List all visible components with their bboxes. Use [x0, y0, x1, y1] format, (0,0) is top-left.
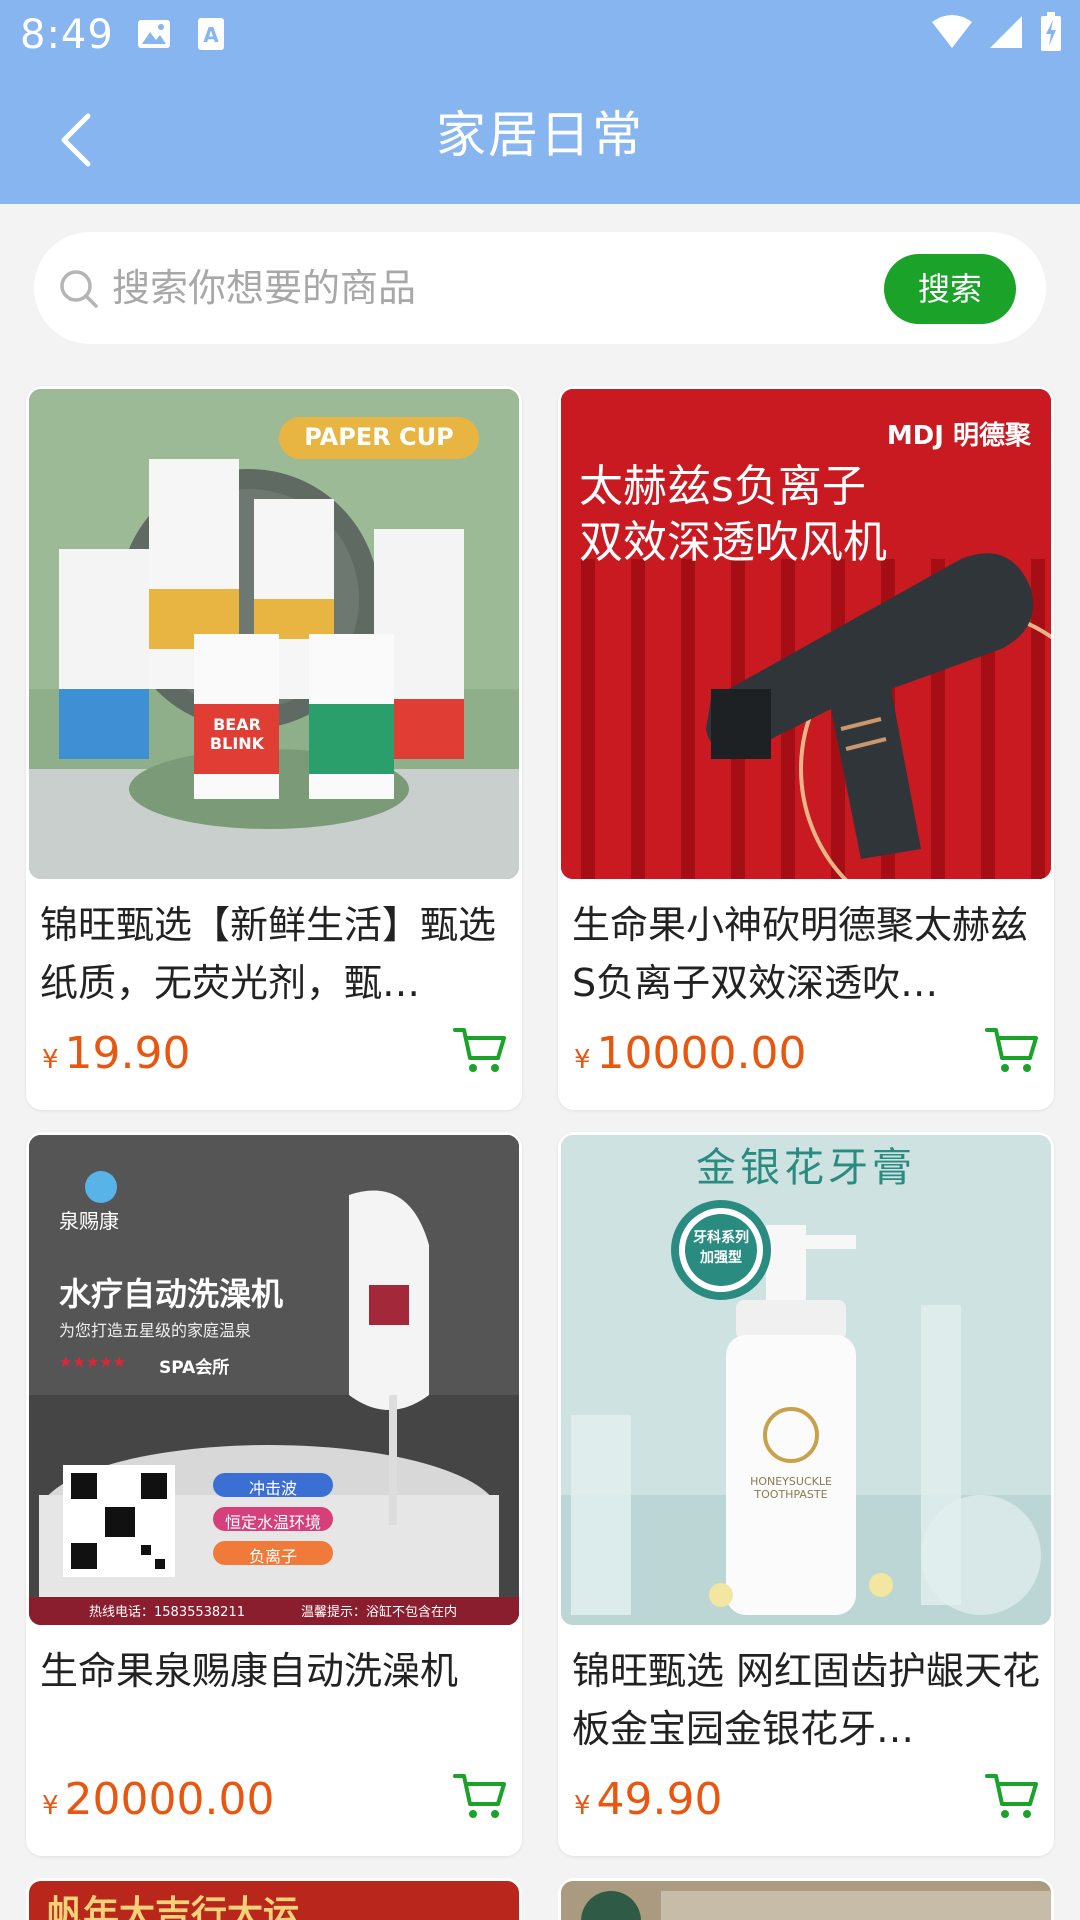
page-title: 家居日常 [436, 106, 644, 164]
product-price: ¥19.90 [42, 1024, 191, 1090]
currency-symbol: ¥ [42, 1045, 59, 1075]
search-bar: 搜索 [34, 232, 1046, 344]
currency-symbol: ¥ [574, 1791, 591, 1821]
product-card[interactable]: 金银花牙膏 牙科系列 加强型 HONEYSUCKLE TOOTHPASTE 锦旺… [558, 1132, 1054, 1856]
product-card-partial[interactable]: 帆年大吉行大运 [26, 1878, 522, 1920]
feature-tag: 冲击波 [248, 1479, 297, 1498]
tip-text: 温馨提示：浴缸不包含在内 [301, 1605, 458, 1620]
product-grid: PAPER CUP BEAR BLINK 锦旺甄选【新鲜生活】甄选纸质，无荧光剂… [26, 386, 1054, 1920]
paper-cup-badge: PAPER CUP [304, 423, 454, 451]
promo-line-1: 太赫兹s负离子 [579, 461, 866, 512]
product-card-partial[interactable] [558, 1878, 1054, 1920]
product-title[interactable]: 锦旺甄选 网红固齿护龈天花板金宝园金银花牙… [572, 1642, 1042, 1758]
currency-symbol: ¥ [574, 1045, 591, 1075]
feature-tag: 恒定水温环境 [224, 1513, 321, 1532]
spa-label: SPA会所 [159, 1358, 230, 1378]
seal-line-1: 牙科系列 [693, 1230, 749, 1246]
brand-logo: MDJ 明德聚 [886, 421, 1031, 451]
cart-icon[interactable] [984, 1768, 1040, 1824]
font-icon: A [198, 18, 224, 50]
product-image-partial[interactable]: 帆年大吉行大运 [29, 1881, 519, 1920]
product-image-hair-dryer[interactable]: MDJ 明德聚 太赫兹s负离子 双效深透吹风机 [561, 389, 1051, 879]
feature-tag: 负离子 [248, 1547, 297, 1566]
five-star-icon: ★★★★★ [59, 1353, 127, 1371]
search-icon [60, 270, 98, 308]
product-card[interactable]: 泉赐康 水疗自动洗澡机 为您打造五星级的家庭温泉 SPA会所 ★★★★★ 冲击波… [26, 1132, 522, 1856]
product-image-partial[interactable] [561, 1881, 1051, 1920]
status-time: 8:49 [20, 12, 114, 58]
brand-logo: 泉赐康 [59, 1209, 119, 1233]
product-title[interactable]: 生命果泉赐康自动洗澡机 [40, 1642, 510, 1700]
price-value: 19.90 [64, 1028, 191, 1079]
cart-icon[interactable] [984, 1022, 1040, 1078]
title-bar: 家居日常 [0, 70, 1080, 204]
cart-icon[interactable] [452, 1768, 508, 1824]
promo-headline: 水疗自动洗澡机 [59, 1275, 284, 1313]
search-input[interactable] [112, 258, 812, 318]
promo-partial-text: 帆年大吉行大运 [47, 1894, 300, 1920]
promo-line-2: 双效深透吹风机 [579, 517, 887, 568]
promo-headline: 金银花牙膏 [696, 1145, 916, 1191]
cart-icon[interactable] [452, 1022, 508, 1078]
svg-text:A: A [203, 23, 219, 47]
product-card[interactable]: PAPER CUP BEAR BLINK 锦旺甄选【新鲜生活】甄选纸质，无荧光剂… [26, 386, 522, 1110]
gallery-icon [138, 20, 170, 48]
product-card[interactable]: MDJ 明德聚 太赫兹s负离子 双效深透吹风机 生命果小神砍明德聚太赫兹S负离子… [558, 386, 1054, 1110]
currency-symbol: ¥ [42, 1791, 59, 1821]
bottle-label: HONEYSUCKLE TOOTHPASTE [750, 1475, 832, 1501]
price-value: 49.90 [596, 1774, 723, 1825]
search-button[interactable]: 搜索 [884, 254, 1016, 324]
product-image-toothpaste[interactable]: 金银花牙膏 牙科系列 加强型 HONEYSUCKLE TOOTHPASTE [561, 1135, 1051, 1625]
product-price: ¥20000.00 [42, 1770, 275, 1836]
battery-icon [1041, 12, 1061, 51]
price-value: 20000.00 [64, 1774, 275, 1825]
promo-subtitle: 为您打造五星级的家庭温泉 [59, 1321, 252, 1340]
hotline-text: 热线电话：15835538211 [89, 1605, 245, 1620]
wifi-icon [932, 15, 972, 48]
cup-brand-text: BEAR BLINK [209, 715, 265, 753]
seal-line-2: 加强型 [700, 1250, 742, 1266]
status-bar: 8:49 A [0, 0, 1080, 70]
product-title[interactable]: 锦旺甄选【新鲜生活】甄选纸质，无荧光剂，甄… [40, 896, 510, 1012]
signal-icon [990, 16, 1022, 48]
product-price: ¥49.90 [574, 1770, 723, 1836]
product-title[interactable]: 生命果小神砍明德聚太赫兹S负离子双效深透吹… [572, 896, 1042, 1012]
product-image-paper-cups[interactable]: PAPER CUP BEAR BLINK [29, 389, 519, 879]
product-image-bath-machine[interactable]: 泉赐康 水疗自动洗澡机 为您打造五星级的家庭温泉 SPA会所 ★★★★★ 冲击波… [29, 1135, 519, 1625]
product-price: ¥10000.00 [574, 1024, 807, 1090]
price-value: 10000.00 [596, 1028, 807, 1079]
